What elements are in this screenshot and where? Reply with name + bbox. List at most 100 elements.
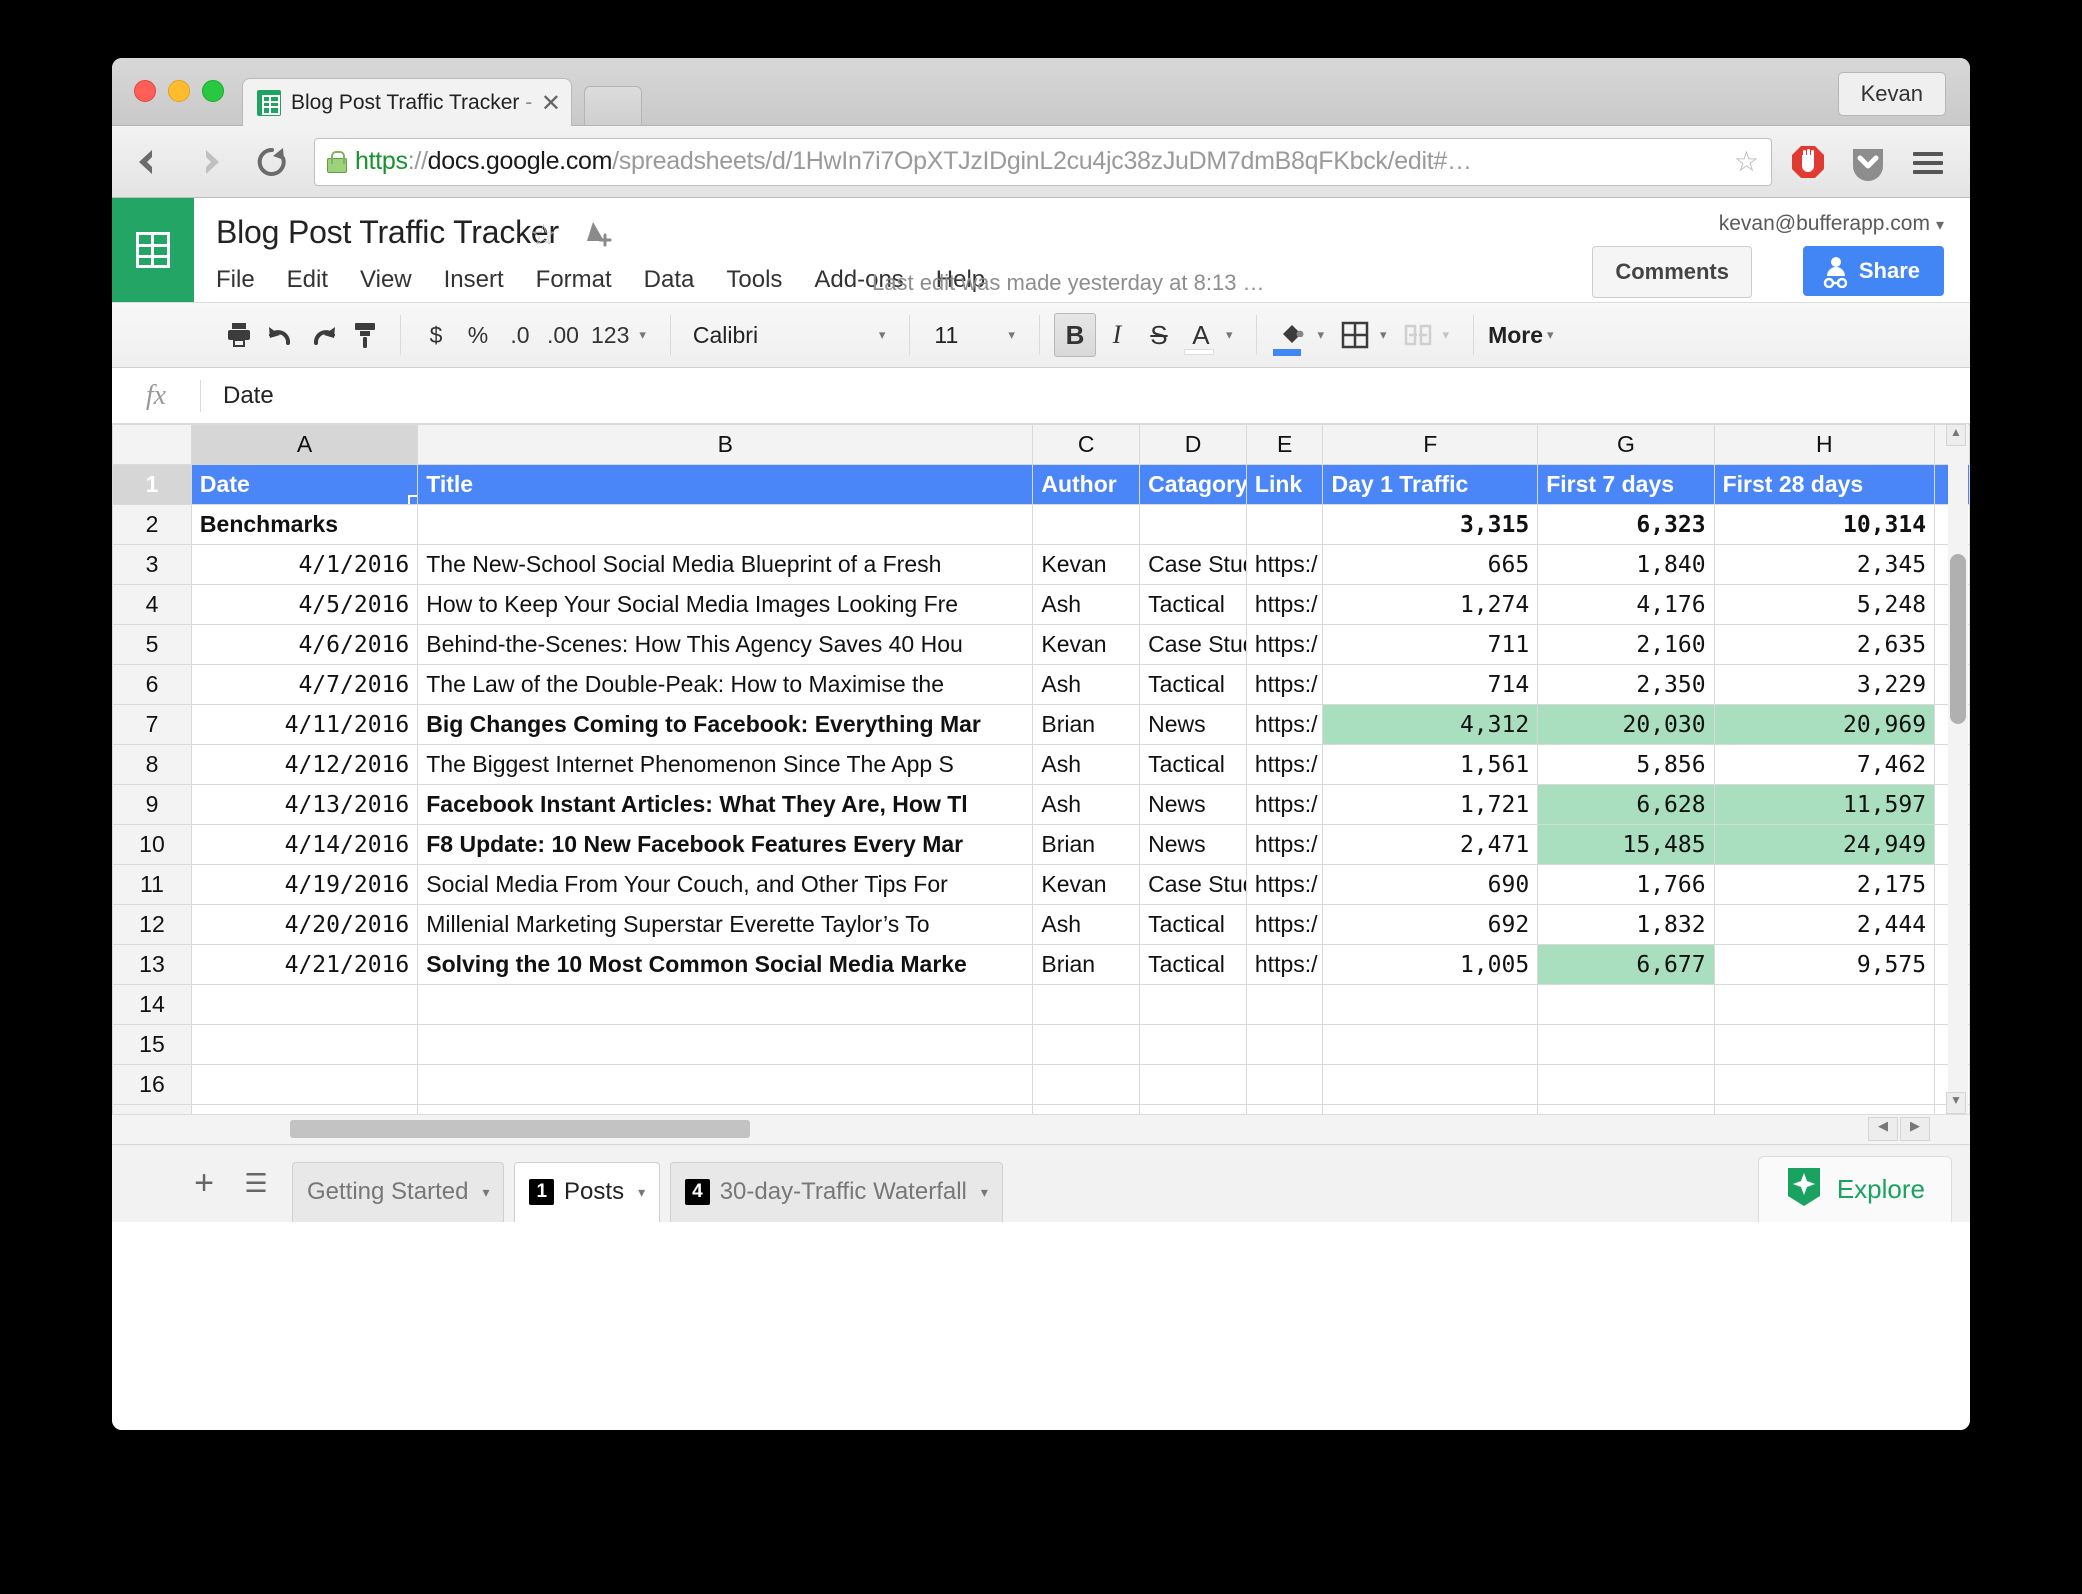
borders-icon[interactable] [1334,313,1376,357]
account-email[interactable]: kevan@bufferapp.com ▾ [1719,212,1944,236]
cell-E2[interactable] [1245,504,1324,545]
sheets-logo-icon[interactable] [112,198,194,302]
table-row[interactable]: 8 4/12/2016 The Biggest Internet Phenomeno… [112,744,1970,785]
cell-H1[interactable]: First 28 days [1713,464,1936,505]
table-row[interactable]: 6 4/7/2016 The Law of the Double-Peak: How… [112,664,1970,705]
cell-H12[interactable]: 2,444 [1713,904,1936,945]
explore-button[interactable]: Explore [1757,1156,1952,1222]
menu-file[interactable]: File [216,266,255,294]
redo-icon[interactable] [302,313,344,357]
table-row[interactable]: 7 4/11/2016 Big Changes Coming to Facebook… [112,704,1970,745]
cell-E4[interactable]: https:/ [1245,584,1324,625]
italic-button[interactable]: I [1096,313,1138,357]
vertical-scrollbar-thumb[interactable] [1950,554,1966,724]
cell-G2[interactable]: 6,323 [1537,504,1715,545]
table-row[interactable]: 3 4/1/2016 The New-School Social Media Blu… [112,544,1970,585]
cell-F16[interactable] [1322,1064,1539,1105]
cell-E9[interactable]: https:/ [1245,784,1324,825]
cell-A6[interactable]: 4/7/2016 [190,664,419,705]
table-row[interactable]: 17 [112,1104,1970,1114]
cell-F1[interactable]: Day 1 Traffic [1322,464,1539,505]
cell-C7[interactable]: Brian [1032,704,1141,745]
cell-D15[interactable] [1139,1024,1247,1065]
cell-G7[interactable]: 20,030 [1537,704,1715,745]
cell-B16[interactable] [417,1064,1034,1105]
cell-E6[interactable]: https:/ [1245,664,1324,705]
more-button[interactable]: More [1488,322,1543,349]
cell-A13[interactable]: 4/21/2016 [190,944,419,985]
column-header-e[interactable]: E [1245,424,1324,465]
comments-button[interactable]: Comments [1592,246,1752,298]
select-all-corner[interactable] [112,424,192,465]
menu-view[interactable]: View [360,266,412,294]
sheet-tab-getting-started[interactable]: Getting Started ▾ [292,1161,505,1222]
cell-D3[interactable]: Case Study [1139,544,1247,585]
row-header-13[interactable]: 13 [112,944,192,985]
close-tab-icon[interactable]: ✕ [541,91,561,115]
row-header-9[interactable]: 9 [112,784,192,825]
cell-A4[interactable]: 4/5/2016 [190,584,419,625]
cell-F17[interactable] [1322,1104,1539,1114]
cell-G5[interactable]: 2,160 [1537,624,1715,665]
cell-G1[interactable]: First 7 days [1537,464,1715,505]
cell-H14[interactable] [1713,984,1936,1025]
cell-G12[interactable]: 1,832 [1537,904,1715,945]
column-header-c[interactable]: C [1032,424,1141,465]
cell-E15[interactable] [1245,1024,1324,1065]
cell-C2[interactable] [1032,504,1141,545]
row-header-17[interactable]: 17 [112,1104,192,1114]
row-header-14[interactable]: 14 [112,984,192,1025]
cell-H16[interactable] [1713,1064,1936,1105]
cell-C1[interactable]: Author [1032,464,1141,505]
text-color-chevron-down-icon[interactable]: ▾ [1226,327,1233,343]
cell-F4[interactable]: 1,274 [1322,584,1539,625]
cell-E7[interactable]: https:/ [1245,704,1324,745]
browser-menu-icon[interactable] [1906,140,1950,184]
row-header-16[interactable]: 16 [112,1064,192,1105]
row-header-2[interactable]: 2 [112,504,192,545]
table-row[interactable]: 15 [112,1024,1970,1065]
horizontal-scrollbar-thumb[interactable] [290,1120,750,1138]
borders-chevron-down-icon[interactable]: ▾ [1380,327,1387,343]
cell-E16[interactable] [1245,1064,1324,1105]
cell-F10[interactable]: 2,471 [1322,824,1539,865]
cell-A5[interactable]: 4/6/2016 [190,624,419,665]
minimize-window-button[interactable] [168,80,190,102]
menu-insert[interactable]: Insert [444,266,504,294]
cell-B2[interactable] [417,504,1034,545]
cell-A17[interactable] [190,1104,419,1114]
fill-color-chevron-down-icon[interactable]: ▾ [1317,327,1324,343]
back-arrow-icon[interactable] [122,136,174,188]
cell-D17[interactable] [1139,1104,1247,1114]
increase-decimal-button[interactable]: .00 [541,313,585,357]
menu-format[interactable]: Format [536,266,612,294]
scroll-up-icon[interactable]: ▲ [1946,424,1966,446]
cell-E11[interactable]: https:/ [1245,864,1324,905]
cell-C6[interactable]: Ash [1032,664,1141,705]
cell-D2[interactable] [1139,504,1247,545]
cell-B15[interactable] [417,1024,1034,1065]
cell-F12[interactable]: 692 [1322,904,1539,945]
scroll-down-icon[interactable]: ▼ [1946,1092,1966,1114]
row-header-11[interactable]: 11 [112,864,192,905]
cell-G3[interactable]: 1,840 [1537,544,1715,585]
cell-C3[interactable]: Kevan [1032,544,1141,585]
cell-H13[interactable]: 9,575 [1713,944,1936,985]
row-header-5[interactable]: 5 [112,624,192,665]
bold-button[interactable]: B [1053,313,1096,357]
cell-E17[interactable] [1245,1104,1324,1114]
cell-F6[interactable]: 714 [1322,664,1539,705]
cell-B12[interactable]: Millenial Marketing Superstar Everette T… [417,904,1034,945]
chevron-down-icon[interactable]: ▾ [638,1184,645,1201]
sheet-tab-posts[interactable]: 1 Posts ▾ [514,1161,661,1222]
cell-B17[interactable] [417,1104,1034,1114]
sheet-tab-waterfall[interactable]: 4 30-day-Traffic Waterfall ▾ [670,1161,1003,1222]
cell-C16[interactable] [1032,1064,1141,1105]
text-color-button[interactable]: A [1180,313,1222,357]
row-header-15[interactable]: 15 [112,1024,192,1065]
cell-C9[interactable]: Ash [1032,784,1141,825]
column-header-h[interactable]: H [1713,424,1936,465]
cell-B7[interactable]: Big Changes Coming to Facebook: Everythi… [417,704,1034,745]
document-title[interactable]: Blog Post Traffic Tracker [216,214,559,251]
number-format-button[interactable]: 123 [585,313,635,357]
